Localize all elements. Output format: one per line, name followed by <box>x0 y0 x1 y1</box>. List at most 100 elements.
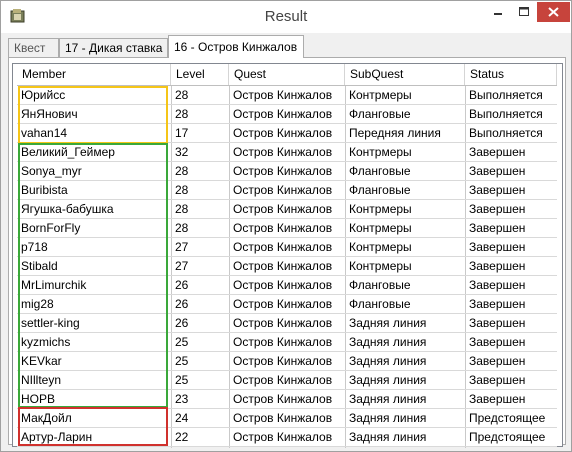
cell-subquest: Контрмеры <box>349 221 412 235</box>
cell-member: p718 <box>21 240 48 254</box>
cell-level: 25 <box>175 335 189 349</box>
result-window: Result Квест 17 - Дикая ставка 16 - Остр… <box>0 0 572 452</box>
minimize-icon <box>494 13 502 15</box>
cell-member: MrLimurchik <box>21 278 87 292</box>
cell-status: Завершен <box>469 221 526 235</box>
cell-subquest: Задняя линия <box>349 373 427 387</box>
cell-status: Завершен <box>469 164 526 178</box>
cell-status: Завершен <box>469 202 526 216</box>
cell-level: 27 <box>175 240 189 254</box>
cell-quest: Остров Кинжалов <box>233 88 333 102</box>
grid-header: Member Level Quest SubQuest Status <box>17 64 557 85</box>
minimize-button[interactable] <box>485 2 511 22</box>
table-row[interactable]: kyzmichs 25 Остров Кинжалов Задняя линия Зав… <box>17 333 557 352</box>
cell-subquest: Задняя линия <box>349 411 427 425</box>
table-row[interactable]: vahan14 17 Остров Кинжалов Передняя линия Вы… <box>17 124 557 143</box>
table-row[interactable]: KEVkar 25 Остров Кинжалов Задняя линия Завер… <box>17 352 557 371</box>
cell-member: Юрийсс <box>21 88 66 102</box>
cell-member: Великий_Геймер <box>21 145 115 159</box>
table-row[interactable]: settler-king 26 Остров Кинжалов Задняя лини… <box>17 314 557 333</box>
cell-quest: Остров Кинжалов <box>233 430 333 444</box>
tab-quest-17[interactable]: 17 - Дикая ставка <box>59 38 168 57</box>
table-row[interactable]: p718 27 Остров Кинжалов Контрмеры Завершен <box>17 238 557 257</box>
cell-level: 25 <box>175 354 189 368</box>
cell-subquest: Фланговые <box>349 297 411 311</box>
cell-status: Завершен <box>469 259 526 273</box>
table-row[interactable]: HOPB 23 Остров Кинжалов Задняя линия Заверше… <box>17 390 557 409</box>
table-row[interactable]: MrLimurchik 26 Остров Кинжалов Фланговые Зав… <box>17 276 557 295</box>
cell-status: Завершен <box>469 278 526 292</box>
cell-status: Завершен <box>469 373 526 387</box>
cell-status: Выполняется <box>469 88 543 102</box>
cell-member: МакДойл <box>21 411 72 425</box>
grid-body: Юрийсс 28 Остров Кинжалов Контрмеры Выполняе… <box>17 86 557 447</box>
cell-subquest: Контрмеры <box>349 259 412 273</box>
cell-member: KEVkar <box>21 354 62 368</box>
cell-subquest: Задняя линия <box>349 392 427 406</box>
cell-quest: Остров Кинжалов <box>233 373 333 387</box>
cell-quest: Остров Кинжалов <box>233 335 333 349</box>
cell-member: vahan14 <box>21 126 68 140</box>
cell-level: 26 <box>175 316 189 330</box>
column-header-level[interactable]: Level <box>171 64 229 85</box>
table-row[interactable]: ЯнЯнович 28 Остров Кинжалов Фланговые Выполн… <box>17 105 557 124</box>
cell-subquest: Фланговые <box>349 278 411 292</box>
cell-status: Завершен <box>469 392 526 406</box>
cell-status: Завершен <box>469 297 526 311</box>
result-grid[interactable]: Member Level Quest SubQuest Status Юрийс… <box>12 63 563 448</box>
cell-subquest: Фланговые <box>349 164 411 178</box>
table-row[interactable]: Великий_Геймер 32 Остров Кинжалов Контрмеры… <box>17 143 557 162</box>
cell-quest: Остров Кинжалов <box>233 354 333 368</box>
cell-level: 28 <box>175 164 189 178</box>
table-row[interactable]: BornForFly 28 Остров Кинжалов Контрмеры Заве… <box>17 219 557 238</box>
cell-level: 22 <box>175 430 189 444</box>
cell-member: Stibald <box>21 259 58 273</box>
maximize-button[interactable] <box>511 2 537 22</box>
cell-subquest: Задняя линия <box>349 316 427 330</box>
column-header-member[interactable]: Member <box>17 64 171 85</box>
cell-status: Завершен <box>469 183 526 197</box>
column-header-subquest[interactable]: SubQuest <box>345 64 465 85</box>
table-row[interactable]: Sonya_myr 28 Остров Кинжалов Фланговые Завер… <box>17 162 557 181</box>
cell-level: 28 <box>175 88 189 102</box>
column-header-status[interactable]: Status <box>465 64 557 85</box>
cell-member: Sonya_myr <box>21 164 82 178</box>
title-bar[interactable]: Result <box>1 1 571 33</box>
cell-member: Ягушка-бабушка <box>21 202 114 216</box>
cell-level: 28 <box>175 183 189 197</box>
cell-level: 28 <box>175 202 189 216</box>
cell-level: 28 <box>175 107 189 121</box>
cell-quest: Остров Кинжалов <box>233 411 333 425</box>
close-button[interactable] <box>537 2 570 22</box>
cell-level: 27 <box>175 259 189 273</box>
table-row[interactable]: Buribista 28 Остров Кинжалов Фланговые Завер… <box>17 181 557 200</box>
cell-subquest: Контрмеры <box>349 145 412 159</box>
cell-status: Предстоящее <box>469 411 546 425</box>
cell-member: HOPB <box>21 392 56 406</box>
close-icon <box>548 7 559 17</box>
cell-quest: Остров Кинжалов <box>233 392 333 406</box>
tab-quest-16[interactable]: 16 - Остров Кинжалов <box>168 35 304 58</box>
column-header-quest[interactable]: Quest <box>229 64 345 85</box>
cell-level: 17 <box>175 126 189 140</box>
table-row[interactable]: МакДойл 24 Остров Кинжалов Задняя линия Пред… <box>17 409 557 428</box>
cell-member: Артур-Ларин <box>21 430 93 444</box>
cell-status: Завершен <box>469 316 526 330</box>
table-row[interactable]: Артур-Ларин 22 Остров Кинжалов Задняя линия… <box>17 428 557 447</box>
cell-member: NIllteyn <box>21 373 62 387</box>
table-row[interactable]: mig28 26 Остров Кинжалов Фланговые Завершен <box>17 295 557 314</box>
table-row[interactable]: Ягушка-бабушка 28 Остров Кинжалов Контрмеры… <box>17 200 557 219</box>
table-row[interactable]: Stibald 27 Остров Кинжалов Контрмеры Заверше… <box>17 257 557 276</box>
cell-subquest: Фланговые <box>349 183 411 197</box>
table-row[interactable]: Юрийсс 28 Остров Кинжалов Контрмеры Выполняе… <box>17 86 557 105</box>
tab-strip: Квест 17 - Дикая ставка 16 - Остров Кинж… <box>8 35 564 58</box>
cell-member: settler-king <box>21 316 80 330</box>
cell-status: Завершен <box>469 354 526 368</box>
cell-status: Завершен <box>469 145 526 159</box>
cell-subquest: Фланговые <box>349 107 411 121</box>
cell-member: ЯнЯнович <box>21 107 78 121</box>
cell-member: BornForFly <box>21 221 81 235</box>
tab-quest[interactable]: Квест <box>8 38 59 57</box>
cell-member: mig28 <box>21 297 54 311</box>
table-row[interactable]: NIllteyn 25 Остров Кинжалов Задняя линия Зав… <box>17 371 557 390</box>
